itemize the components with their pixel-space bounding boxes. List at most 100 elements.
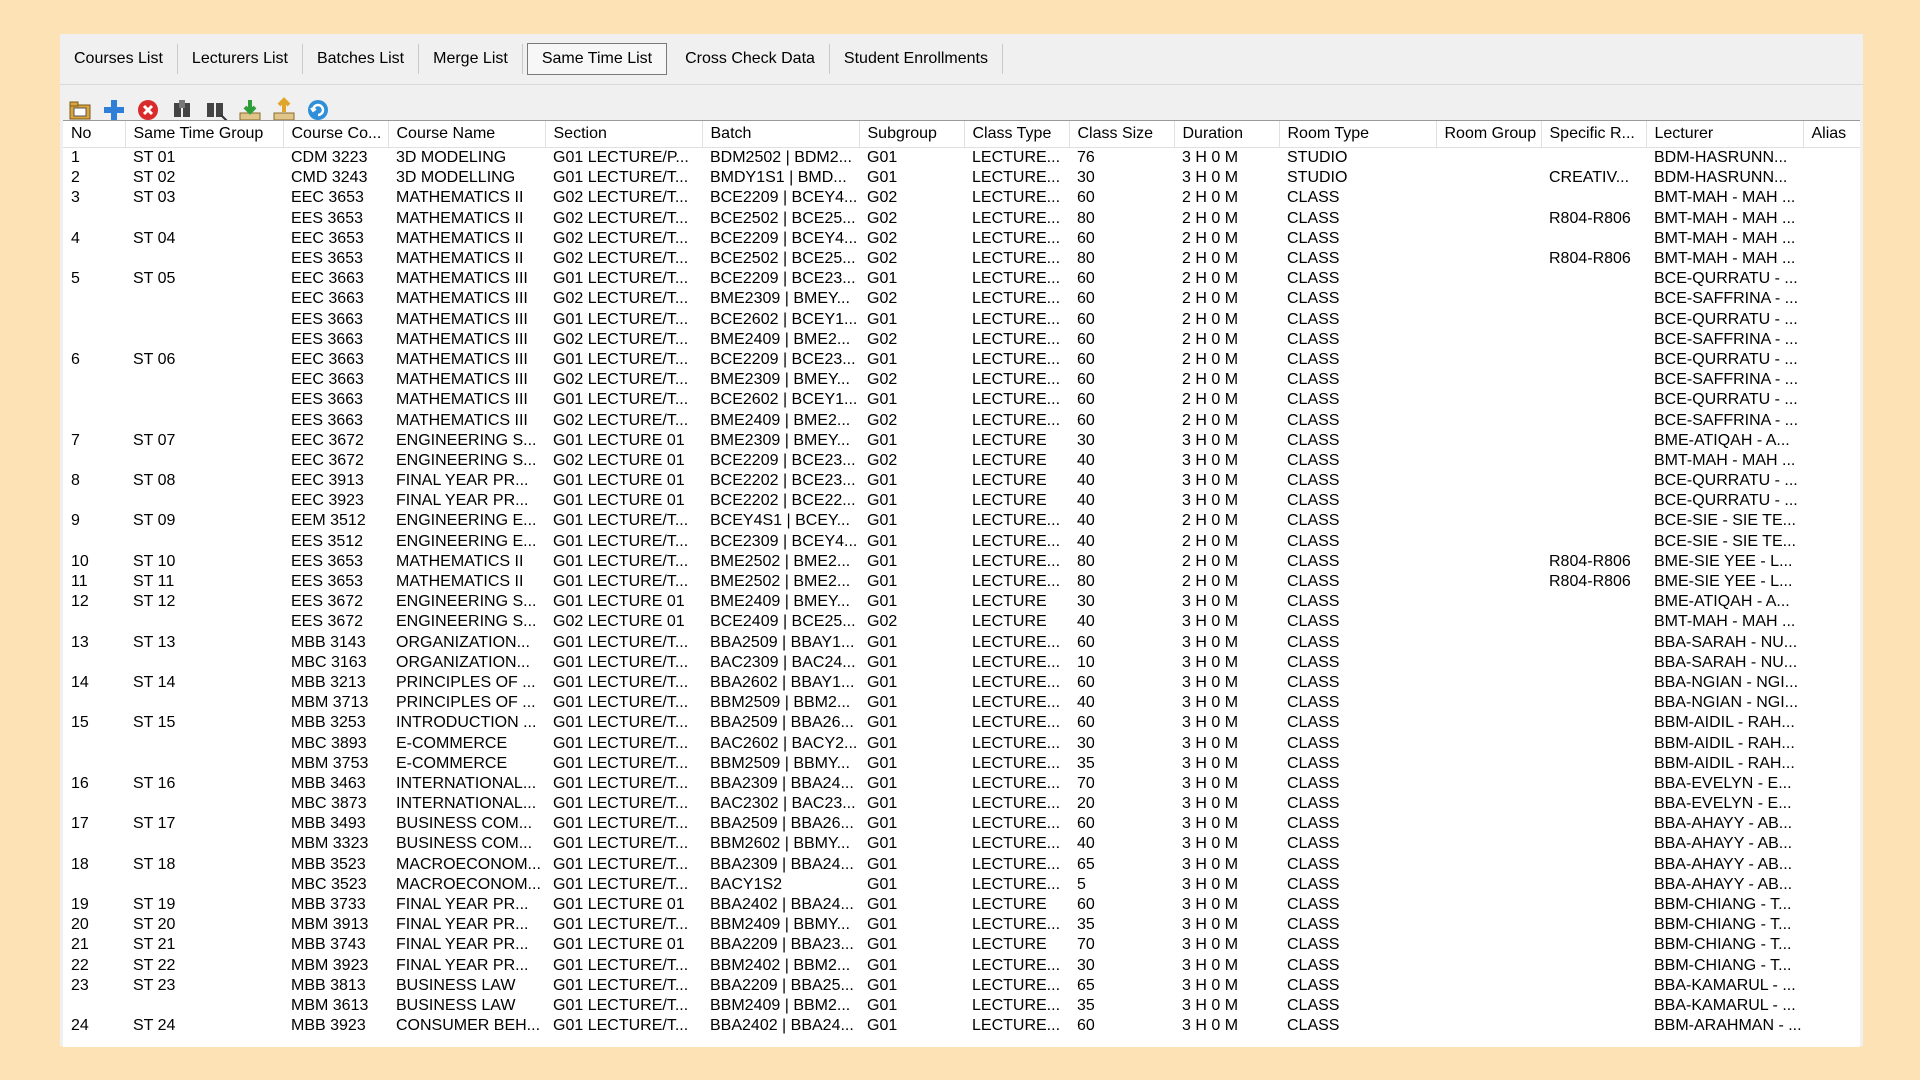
table-cell[interactable]: 30 (1069, 592, 1174, 612)
table-cell[interactable]: BCE2602 | BCEY1... (702, 390, 859, 410)
table-cell[interactable]: BME2309 | BMEY... (702, 370, 859, 390)
table-cell[interactable]: R804-R806 (1541, 209, 1646, 229)
table-cell[interactable]: BBA2509 | BBA26... (702, 814, 859, 834)
table-cell[interactable]: G01 (859, 310, 964, 330)
table-cell[interactable]: BME2502 | BME2... (702, 552, 859, 572)
table-cell[interactable]: G01 (859, 653, 964, 673)
table-cell[interactable]: MBC 3873 (283, 794, 388, 814)
table-cell[interactable]: CLASS (1279, 491, 1436, 511)
table-cell[interactable]: ST 04 (125, 229, 283, 249)
table-cell[interactable] (1436, 956, 1541, 976)
table-cell[interactable]: ST 14 (125, 673, 283, 693)
table-cell[interactable]: EES 3663 (283, 330, 388, 350)
table-cell[interactable] (1541, 733, 1646, 753)
table-cell[interactable] (1436, 592, 1541, 612)
table-cell[interactable]: LECTURE... (964, 572, 1069, 592)
table-cell[interactable]: G01 LECTURE/T... (545, 956, 702, 976)
table-cell[interactable]: 20 (63, 915, 125, 935)
table-cell[interactable]: STUDIO (1279, 148, 1436, 169)
table-cell[interactable]: G01 (859, 875, 964, 895)
table-row[interactable]: MBM 3613 BUSINESS LAW G01 LECTURE/T... BBM2… (63, 996, 1860, 1016)
table-cell[interactable]: G01 LECTURE/T... (545, 733, 702, 753)
table-row[interactable]: 14 ST 14 MBB 3213 PRINCIPLES OF ... G01 LECT… (63, 673, 1860, 693)
table-cell[interactable]: MBM 3323 (283, 834, 388, 854)
table-cell[interactable]: G01 LECTURE/T... (545, 834, 702, 854)
table-cell[interactable]: 9 (63, 511, 125, 531)
table-cell[interactable] (63, 996, 125, 1016)
table-cell[interactable] (125, 370, 283, 390)
table-cell[interactable]: G01 LECTURE/P... (545, 148, 702, 169)
table-cell[interactable]: BBA2309 | BBA24... (702, 855, 859, 875)
table-row[interactable]: EEC 3923 FINAL YEAR PR... G01 LECTURE 01 BC… (63, 491, 1860, 511)
table-cell[interactable]: BCE-SAFFRINA - ... (1646, 289, 1803, 309)
table-cell[interactable]: EEC 3663 (283, 289, 388, 309)
table-cell[interactable]: BCE2209 | BCEY4... (702, 229, 859, 249)
table-cell[interactable] (1803, 269, 1860, 289)
table-cell[interactable]: 40 (1069, 511, 1174, 531)
table-cell[interactable]: G02 (859, 612, 964, 632)
table-cell[interactable]: CLASS (1279, 935, 1436, 955)
table-cell[interactable]: LECTURE... (964, 310, 1069, 330)
table-cell[interactable]: 60 (1069, 310, 1174, 330)
table-cell[interactable]: G01 (859, 935, 964, 955)
table-cell[interactable] (1436, 834, 1541, 854)
table-cell[interactable]: LECTURE (964, 451, 1069, 471)
table-cell[interactable]: G01 LECTURE/T... (545, 794, 702, 814)
table-cell[interactable]: BBM-AIDIL - RAH... (1646, 754, 1803, 774)
table-cell[interactable]: MACROECONOM... (388, 855, 545, 875)
table-cell[interactable]: LECTURE... (964, 653, 1069, 673)
table-cell[interactable]: BCE-SAFFRINA - ... (1646, 370, 1803, 390)
table-cell[interactable]: 4 (63, 229, 125, 249)
table-cell[interactable] (1803, 148, 1860, 169)
table-cell[interactable]: LECTURE... (964, 794, 1069, 814)
table-cell[interactable]: ENGINEERING S... (388, 451, 545, 471)
table-cell[interactable] (1436, 330, 1541, 350)
table-cell[interactable]: CLASS (1279, 895, 1436, 915)
table-cell[interactable] (1436, 713, 1541, 733)
table-cell[interactable] (1803, 209, 1860, 229)
table-cell[interactable]: MACROECONOM... (388, 875, 545, 895)
table-cell[interactable]: G01 LECTURE/T... (545, 693, 702, 713)
table-cell[interactable]: CLASS (1279, 370, 1436, 390)
table-cell[interactable] (1541, 996, 1646, 1016)
table-cell[interactable]: CLASS (1279, 733, 1436, 753)
table-cell[interactable] (1436, 693, 1541, 713)
table-cell[interactable]: MBC 3523 (283, 875, 388, 895)
table-cell[interactable]: 3 H 0 M (1174, 693, 1279, 713)
table-cell[interactable] (1803, 774, 1860, 794)
table-cell[interactable]: LECTURE... (964, 713, 1069, 733)
table-cell[interactable]: BCEY4S1 | BCEY... (702, 511, 859, 531)
table-cell[interactable]: BBA-KAMARUL - ... (1646, 976, 1803, 996)
table-cell[interactable]: G01 LECTURE/T... (545, 996, 702, 1016)
table-cell[interactable]: CONSUMER BEH... (388, 1016, 545, 1036)
table-cell[interactable] (1541, 935, 1646, 955)
table-cell[interactable]: LECTURE... (964, 168, 1069, 188)
table-cell[interactable]: BBM2509 | BBMY... (702, 754, 859, 774)
table-cell[interactable] (1541, 976, 1646, 996)
table-cell[interactable]: MATHEMATICS III (388, 310, 545, 330)
table-cell[interactable] (63, 451, 125, 471)
table-cell[interactable]: G01 LECTURE/T... (545, 269, 702, 289)
table-cell[interactable]: G01 (859, 552, 964, 572)
table-cell[interactable]: BUSINESS COM... (388, 834, 545, 854)
table-cell[interactable]: MATHEMATICS II (388, 572, 545, 592)
table-cell[interactable]: BCE2202 | BCE22... (702, 491, 859, 511)
table-cell[interactable] (1803, 673, 1860, 693)
table-cell[interactable]: 60 (1069, 633, 1174, 653)
table-cell[interactable]: LECTURE... (964, 552, 1069, 572)
table-row[interactable]: MBC 3163 ORGANIZATION... G01 LECTURE/T... B… (63, 653, 1860, 673)
table-cell[interactable] (1436, 390, 1541, 410)
table-cell[interactable] (1803, 935, 1860, 955)
table-cell[interactable]: ENGINEERING E... (388, 511, 545, 531)
table-cell[interactable]: FINAL YEAR PR... (388, 471, 545, 491)
table-cell[interactable]: CLASS (1279, 209, 1436, 229)
table-cell[interactable] (125, 310, 283, 330)
table-cell[interactable]: 23 (63, 976, 125, 996)
table-cell[interactable]: BME-SIE YEE - L... (1646, 572, 1803, 592)
table-row[interactable]: EEC 3672 ENGINEERING S... G02 LECTURE 01 BC… (63, 451, 1860, 471)
table-cell[interactable]: G02 LECTURE 01 (545, 451, 702, 471)
table-cell[interactable]: 16 (63, 774, 125, 794)
table-cell[interactable]: BCE2209 | BCEY4... (702, 188, 859, 208)
table-cell[interactable]: CLASS (1279, 572, 1436, 592)
table-cell[interactable]: BMT-MAH - MAH ... (1646, 451, 1803, 471)
